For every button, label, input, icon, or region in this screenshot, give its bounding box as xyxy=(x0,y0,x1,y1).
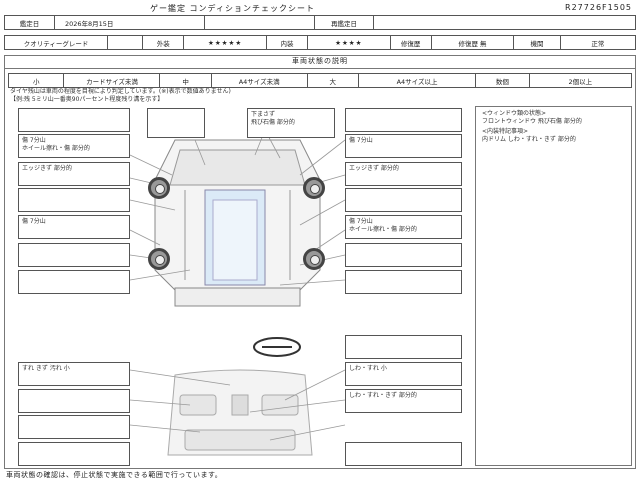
callout-right-2: 傷 7分山 xyxy=(345,134,462,158)
callout-right-1 xyxy=(345,108,462,132)
callout-right-7 xyxy=(345,270,462,294)
callout-interior-right-2: しわ・すれ 小 xyxy=(345,362,462,386)
footer-note: 車両状態の確認は、停止状態で実施できる範囲で行っています。 xyxy=(6,471,223,479)
callout-interior-right-1 xyxy=(345,335,462,359)
callout-interior-right-3: しわ・すれ・きず 部分的 xyxy=(345,389,462,413)
front-right-wheel-icon xyxy=(303,177,325,199)
callout-interior-left-2 xyxy=(18,389,130,413)
callout-right-4 xyxy=(345,188,462,212)
interior-notes-text: 内ドリム しわ・すれ・きず 部分的 xyxy=(482,136,576,143)
notes-panel: <ウィンドウ類の状態> フロントウィンドウ 飛び石傷 部分的 <内装特記事項> … xyxy=(475,106,632,466)
callout-left-7 xyxy=(18,270,130,294)
callout-right-6 xyxy=(345,243,462,267)
rear-right-wheel-icon xyxy=(303,248,325,270)
callout-left-6 xyxy=(18,243,130,267)
callout-left-3: エッジきず 部分的 xyxy=(18,162,130,186)
callout-left-5: 傷 7分山 xyxy=(18,215,130,239)
callout-left-2: 傷 7分山 ホイール擦れ・傷 部分的 xyxy=(18,134,130,158)
callout-interior-left-4 xyxy=(18,442,130,466)
window-condition-text: フロントウィンドウ 飛び石傷 部分的 xyxy=(482,118,582,125)
callout-left-4 xyxy=(18,188,130,212)
window-condition-title: <ウィンドウ類の状態> xyxy=(482,110,547,117)
interior-notes-title: <内装特記事項> xyxy=(482,128,529,135)
callout-left-1 xyxy=(18,108,130,132)
callout-top-center xyxy=(147,108,205,138)
steering-wheel-icon xyxy=(253,337,301,357)
rear-left-wheel-icon xyxy=(148,248,170,270)
front-left-wheel-icon xyxy=(148,177,170,199)
callout-right-5: 傷 7分山 ホイール擦れ・傷 部分的 xyxy=(345,215,462,239)
callout-interior-left-3 xyxy=(18,415,130,439)
callout-right-3: エッジきず 部分的 xyxy=(345,162,462,186)
callout-interior-left-1: すれ きず 汚れ 小 xyxy=(18,362,130,386)
callout-top-right: 下まさず 飛び石傷 部分的 xyxy=(247,108,335,138)
callout-interior-right-4 xyxy=(345,442,462,466)
